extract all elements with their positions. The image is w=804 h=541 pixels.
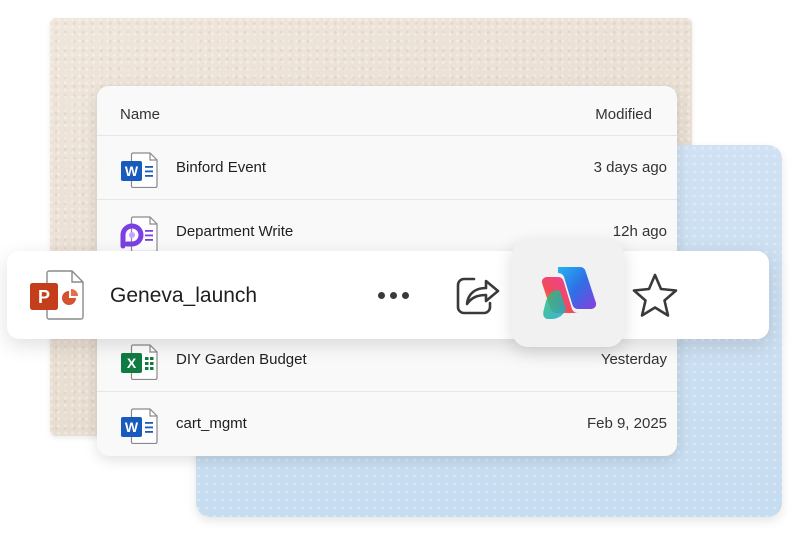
file-row-binford-event[interactable]: W Binford Event 3 days ago bbox=[97, 136, 677, 200]
excel-icon: X bbox=[121, 344, 158, 380]
word-icon: W bbox=[121, 152, 158, 188]
powerpoint-icon: P bbox=[30, 270, 84, 320]
svg-text:W: W bbox=[125, 419, 139, 435]
more-options-button[interactable] bbox=[369, 281, 417, 309]
file-list-header: Name Modified bbox=[97, 86, 677, 136]
svg-text:W: W bbox=[125, 163, 139, 179]
file-modified: 3 days ago bbox=[593, 159, 667, 176]
star-icon[interactable] bbox=[628, 271, 682, 321]
file-name: DIY Garden Budget bbox=[176, 351, 307, 368]
more-options-icon bbox=[401, 291, 409, 299]
file-modified: 12h ago bbox=[612, 223, 667, 240]
more-options-icon bbox=[377, 291, 385, 299]
file-row-cart-mgmt[interactable]: W cart_mgmt Feb 9, 2025 bbox=[97, 392, 677, 456]
share-icon[interactable] bbox=[450, 271, 504, 319]
loop-icon bbox=[120, 216, 158, 252]
column-header-name[interactable]: Name bbox=[120, 106, 160, 123]
word-icon: W bbox=[121, 408, 158, 444]
file-name: Binford Event bbox=[176, 159, 267, 176]
file-name: Department Write bbox=[176, 223, 294, 240]
file-modified: Yesterday bbox=[600, 351, 667, 368]
more-options-icon bbox=[389, 291, 397, 299]
column-header-modified[interactable]: Modified bbox=[595, 106, 652, 123]
copilot-button[interactable] bbox=[512, 239, 624, 347]
selected-file-bar[interactable]: P Geneva_launch bbox=[7, 239, 769, 347]
selected-file-name: Geneva_launch bbox=[110, 284, 258, 307]
copilot-icon bbox=[541, 267, 597, 319]
file-modified: Feb 9, 2025 bbox=[586, 415, 667, 432]
file-name: cart_mgmt bbox=[176, 415, 247, 432]
svg-text:P: P bbox=[38, 287, 50, 307]
svg-text:X: X bbox=[127, 355, 137, 371]
